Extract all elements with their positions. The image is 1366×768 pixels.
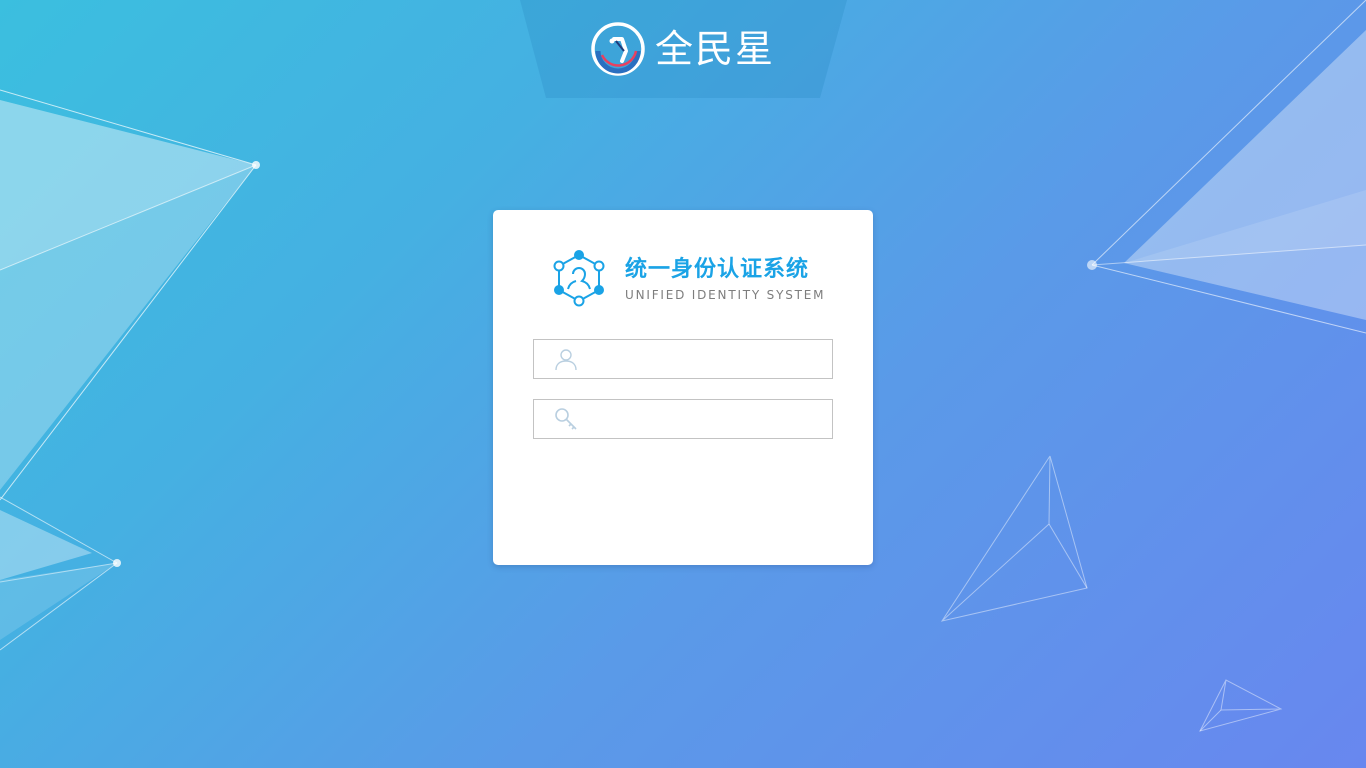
system-title: 统一身份认证系统 bbox=[625, 256, 810, 282]
login-page: 全民星 统一身份认证系统 UNIFIED IDENTITY SYSTEM bbox=[0, 0, 1366, 768]
username-field[interactable] bbox=[533, 339, 833, 379]
username-input[interactable] bbox=[588, 340, 824, 378]
system-subtitle: UNIFIED IDENTITY SYSTEM bbox=[625, 287, 826, 302]
identity-network-icon bbox=[553, 250, 605, 307]
login-card: 统一身份认证系统 UNIFIED IDENTITY SYSTEM bbox=[493, 210, 873, 565]
key-icon bbox=[555, 408, 577, 430]
brand-name: 全民星 bbox=[655, 27, 776, 71]
system-header: 统一身份认证系统 UNIFIED IDENTITY SYSTEM bbox=[549, 248, 825, 310]
password-input[interactable] bbox=[588, 400, 824, 438]
system-titles: 统一身份认证系统 UNIFIED IDENTITY SYSTEM bbox=[625, 255, 825, 304]
password-field[interactable] bbox=[533, 399, 833, 439]
user-icon bbox=[555, 349, 577, 371]
brand-header: 全民星 bbox=[590, 20, 775, 78]
brand-swirl-logo-icon bbox=[591, 22, 645, 76]
